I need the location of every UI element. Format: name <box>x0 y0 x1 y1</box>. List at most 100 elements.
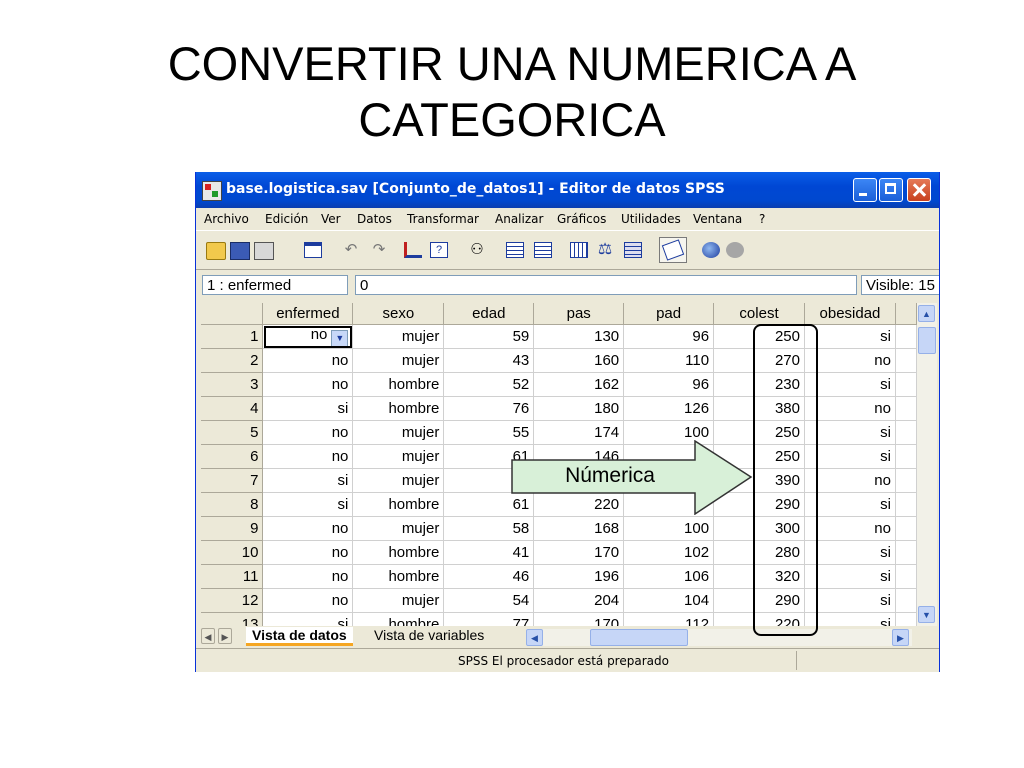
cell-pas[interactable]: 180 <box>533 396 625 421</box>
goto-case-icon[interactable] <box>404 242 422 258</box>
cell-pas[interactable]: 130 <box>533 324 625 349</box>
row-number[interactable]: 11 <box>201 564 264 589</box>
cell-empty[interactable] <box>895 420 917 445</box>
scroll-down-arrow-icon[interactable]: ▼ <box>918 606 935 623</box>
cell-edad[interactable]: 77 <box>443 612 535 626</box>
dropdown-arrow-icon[interactable]: ▼ <box>331 330 349 347</box>
cell-empty[interactable] <box>895 612 917 626</box>
cell-sexo[interactable]: hombre <box>352 396 445 421</box>
maximize-button[interactable] <box>879 178 903 202</box>
cell-sexo[interactable]: mujer <box>352 468 445 493</box>
cell-edad[interactable]: 54 <box>443 588 535 613</box>
open-icon[interactable] <box>206 242 226 260</box>
row-number[interactable]: 1 <box>201 324 264 349</box>
cell-empty[interactable] <box>895 372 917 397</box>
column-header-empty[interactable] <box>895 303 917 325</box>
cell-sexo[interactable]: mujer <box>352 420 445 445</box>
menu-help[interactable]: ? <box>759 212 765 226</box>
cell-enfermed[interactable]: no <box>262 588 354 613</box>
cell-edad[interactable]: 43 <box>443 348 535 373</box>
scroll-up-arrow-icon[interactable]: ▲ <box>918 305 935 322</box>
cell-edad[interactable]: 59 <box>443 324 535 349</box>
corner-cell[interactable] <box>201 303 264 325</box>
cell-obesidad[interactable]: no <box>804 516 896 541</box>
scroll-left-arrow-icon[interactable]: ◀ <box>526 629 543 646</box>
cell-empty[interactable] <box>895 492 917 517</box>
tab-variable-view[interactable]: Vista de variables <box>368 627 490 643</box>
cell-pas[interactable]: 170 <box>533 540 625 565</box>
horizontal-scroll-thumb[interactable] <box>590 629 688 646</box>
vertical-scrollbar[interactable]: ▲ ▼ <box>917 303 937 626</box>
cell-sexo[interactable]: mujer <box>352 588 445 613</box>
cell-empty[interactable] <box>895 564 917 589</box>
column-header-enfermed[interactable]: enfermed <box>262 303 354 325</box>
column-header-colest[interactable]: colest <box>713 303 805 325</box>
cell-sexo[interactable]: mujer <box>352 348 445 373</box>
cell-obesidad[interactable]: si <box>804 372 896 397</box>
cell-empty[interactable] <box>895 348 917 373</box>
variables-icon[interactable]: ? <box>430 242 448 258</box>
menu-transformar[interactable]: Transformar <box>407 212 479 226</box>
cell-obesidad[interactable]: si <box>804 420 896 445</box>
cell-enfermed[interactable]: no <box>262 420 354 445</box>
row-number[interactable]: 7 <box>201 468 264 493</box>
cell-enfermed[interactable]: no <box>262 540 354 565</box>
cell-enfermed[interactable]: no <box>262 564 354 589</box>
cell-pas[interactable]: 196 <box>533 564 625 589</box>
cell-enfermed[interactable]: si <box>262 396 354 421</box>
row-number[interactable]: 12 <box>201 588 264 613</box>
cell-empty[interactable] <box>895 468 917 493</box>
cell-pad[interactable]: 100 <box>623 516 715 541</box>
select-cases-icon[interactable] <box>624 242 642 258</box>
cell-obesidad[interactable]: si <box>804 444 896 469</box>
cell-edad[interactable]: 76 <box>443 396 535 421</box>
menu-edicion[interactable]: Edición <box>265 212 308 226</box>
row-number[interactable]: 5 <box>201 420 264 445</box>
menu-archivo[interactable]: Archivo <box>204 212 249 226</box>
close-button[interactable] <box>907 178 931 202</box>
insert-case-icon[interactable] <box>506 242 524 258</box>
cell-obesidad[interactable]: si <box>804 492 896 517</box>
cell-obesidad[interactable]: no <box>804 348 896 373</box>
undo-icon[interactable]: ↶ <box>342 240 360 258</box>
cell-enfermed[interactable]: no <box>262 516 354 541</box>
cell-pas[interactable]: 160 <box>533 348 625 373</box>
cell-obesidad[interactable]: si <box>804 588 896 613</box>
save-icon[interactable] <box>230 242 250 260</box>
menu-datos[interactable]: Datos <box>357 212 392 226</box>
cell-pad[interactable]: 110 <box>623 348 715 373</box>
cell-reference-field[interactable]: 1 : enfermed <box>202 275 348 295</box>
column-header-obesidad[interactable]: obesidad <box>804 303 896 325</box>
column-header-pas[interactable]: pas <box>533 303 625 325</box>
row-number[interactable]: 10 <box>201 540 264 565</box>
row-number[interactable]: 8 <box>201 492 264 517</box>
cell-pad[interactable]: 102 <box>623 540 715 565</box>
cell-pad[interactable]: 96 <box>623 324 715 349</box>
column-header-sexo[interactable]: sexo <box>352 303 445 325</box>
cell-pad[interactable]: 126 <box>623 396 715 421</box>
cell-sexo[interactable]: hombre <box>352 612 445 626</box>
cell-obesidad[interactable]: no <box>804 396 896 421</box>
row-number[interactable]: 9 <box>201 516 264 541</box>
cell-empty[interactable] <box>895 516 917 541</box>
tab-scroll-left-icon[interactable]: ◀ <box>201 628 215 644</box>
row-number[interactable]: 4 <box>201 396 264 421</box>
cell-obesidad[interactable]: si <box>804 612 896 626</box>
print-icon[interactable] <box>254 242 274 260</box>
cell-edad[interactable]: 52 <box>443 372 535 397</box>
insert-variable-icon[interactable] <box>534 242 552 258</box>
cell-empty[interactable] <box>895 396 917 421</box>
redo-icon[interactable]: ↷ <box>370 240 388 258</box>
cell-enfermed[interactable]: si <box>262 492 354 517</box>
cell-pad[interactable]: 106 <box>623 564 715 589</box>
cell-empty[interactable] <box>895 324 917 349</box>
menu-ver[interactable]: Ver <box>321 212 341 226</box>
cell-sexo[interactable]: hombre <box>352 372 445 397</box>
row-number[interactable]: 2 <box>201 348 264 373</box>
value-labels-button[interactable] <box>659 237 687 263</box>
spss-app-icon[interactable] <box>202 181 222 201</box>
cell-pas[interactable]: 204 <box>533 588 625 613</box>
scroll-right-arrow-icon[interactable]: ▶ <box>892 629 909 646</box>
cell-obesidad[interactable]: si <box>804 564 896 589</box>
menu-utilidades[interactable]: Utilidades <box>621 212 681 226</box>
